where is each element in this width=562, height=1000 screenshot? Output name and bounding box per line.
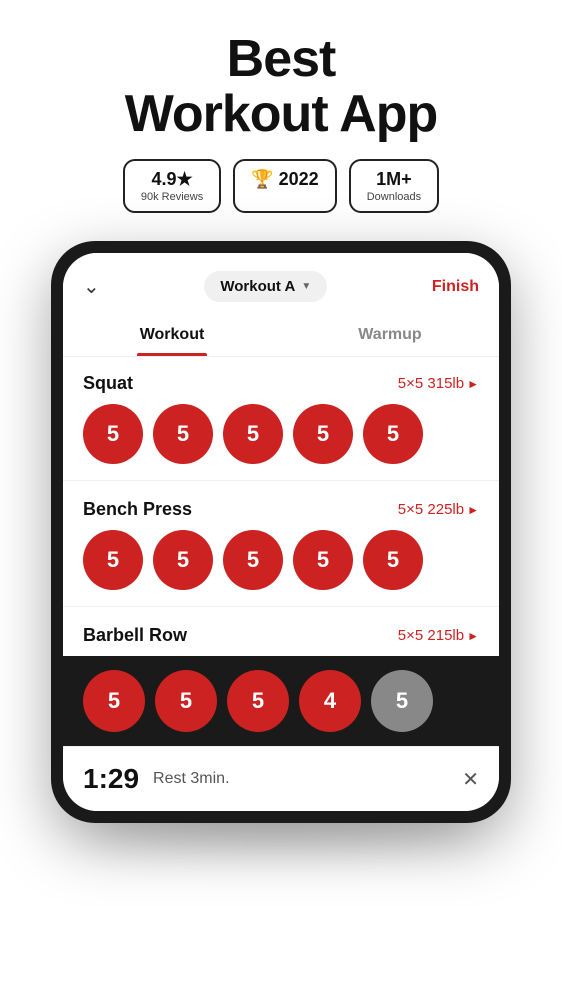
bottom-rep-circle[interactable]: 5 bbox=[227, 670, 289, 732]
finish-button[interactable]: Finish bbox=[432, 278, 479, 296]
bottom-rep-circle[interactable]: 5 bbox=[155, 670, 217, 732]
exercise-barbell-detail[interactable]: 5×5 215lb ► bbox=[398, 627, 479, 644]
header-section: Best Workout App 4.9★ 90k Reviews 🏆 2022… bbox=[103, 0, 459, 233]
exercise-bench: Bench Press 5×5 225lb ► 5 5 5 5 5 bbox=[63, 483, 499, 606]
bottom-reps-bar: 5 5 5 4 5 bbox=[63, 656, 499, 746]
workout-selector-label: Workout A bbox=[220, 278, 295, 295]
rest-timer: 1:29 Rest 3min. ✕ bbox=[63, 746, 499, 811]
tab-workout[interactable]: Workout bbox=[63, 314, 281, 356]
exercise-bench-reps: 5 5 5 5 5 bbox=[83, 530, 479, 606]
badge-rating-sub: 90k Reviews bbox=[141, 191, 203, 203]
exercise-squat-header: Squat 5×5 315lb ► bbox=[83, 357, 479, 404]
headline-line2: Workout App bbox=[125, 85, 438, 143]
badge-rating: 4.9★ 90k Reviews bbox=[123, 159, 221, 213]
exercise-squat-arrow-icon: ► bbox=[467, 377, 479, 391]
exercise-barbell: Barbell Row 5×5 215lb ► bbox=[63, 609, 499, 656]
rep-circle[interactable]: 5 bbox=[153, 530, 213, 590]
timer-time: 1:29 bbox=[83, 763, 139, 795]
rep-circle[interactable]: 5 bbox=[223, 404, 283, 464]
tabs-bar: Workout Warmup bbox=[63, 314, 499, 357]
tab-workout-label: Workout bbox=[140, 326, 205, 343]
tab-warmup-label: Warmup bbox=[358, 326, 421, 343]
rep-circle[interactable]: 5 bbox=[83, 530, 143, 590]
exercise-barbell-detail-text: 5×5 215lb bbox=[398, 627, 464, 644]
timer-left: 1:29 Rest 3min. bbox=[83, 763, 230, 795]
rep-circle[interactable]: 5 bbox=[293, 530, 353, 590]
back-chevron-icon[interactable]: ⌄ bbox=[83, 274, 100, 299]
badges-row: 4.9★ 90k Reviews 🏆 2022 1M+ Downloads bbox=[123, 159, 439, 213]
exercise-squat-reps: 5 5 5 5 5 bbox=[83, 404, 479, 480]
rep-circle[interactable]: 5 bbox=[153, 404, 213, 464]
rep-circle[interactable]: 5 bbox=[83, 404, 143, 464]
app-topbar: ⌄ Workout A ▼ Finish bbox=[63, 253, 499, 314]
exercise-bench-name: Bench Press bbox=[83, 499, 192, 520]
rep-circle[interactable]: 5 bbox=[223, 530, 283, 590]
timer-close-button[interactable]: ✕ bbox=[462, 767, 479, 792]
bottom-rep-circle[interactable]: 4 bbox=[299, 670, 361, 732]
workout-selector[interactable]: Workout A ▼ bbox=[204, 271, 327, 302]
phone-wrapper: ⌄ Workout A ▼ Finish Workout Warmup bbox=[51, 241, 511, 823]
phone-screen: ⌄ Workout A ▼ Finish Workout Warmup bbox=[63, 253, 499, 811]
badge-award-main: 🏆 2022 bbox=[251, 169, 318, 190]
badge-downloads: 1M+ Downloads bbox=[349, 159, 439, 213]
bottom-rep-circle[interactable]: 5 bbox=[83, 670, 145, 732]
headline-line1: Best bbox=[227, 30, 336, 88]
exercise-squat-detail[interactable]: 5×5 315lb ► bbox=[398, 375, 479, 392]
exercise-bench-detail[interactable]: 5×5 225lb ► bbox=[398, 501, 479, 518]
divider bbox=[63, 480, 499, 481]
app-headline: Best Workout App bbox=[123, 32, 439, 141]
badge-downloads-main: 1M+ bbox=[376, 169, 412, 190]
badge-award: 🏆 2022 bbox=[233, 159, 336, 213]
rep-circle[interactable]: 5 bbox=[293, 404, 353, 464]
exercise-bench-detail-text: 5×5 225lb bbox=[398, 501, 464, 518]
exercise-squat-detail-text: 5×5 315lb bbox=[398, 375, 464, 392]
tab-warmup[interactable]: Warmup bbox=[281, 314, 499, 356]
exercise-barbell-name: Barbell Row bbox=[83, 625, 187, 646]
exercise-squat-name: Squat bbox=[83, 373, 133, 394]
exercise-bench-arrow-icon: ► bbox=[467, 503, 479, 517]
exercise-bench-header: Bench Press 5×5 225lb ► bbox=[83, 483, 479, 530]
exercise-barbell-arrow-icon: ► bbox=[467, 629, 479, 643]
exercise-barbell-header: Barbell Row 5×5 215lb ► bbox=[83, 609, 479, 656]
selector-arrow-icon: ▼ bbox=[301, 281, 311, 292]
bottom-rep-circle-inactive[interactable]: 5 bbox=[371, 670, 433, 732]
badge-downloads-sub: Downloads bbox=[367, 191, 421, 203]
rep-circle[interactable]: 5 bbox=[363, 530, 423, 590]
phone-frame: ⌄ Workout A ▼ Finish Workout Warmup bbox=[51, 241, 511, 823]
exercise-squat: Squat 5×5 315lb ► 5 5 5 5 5 bbox=[63, 357, 499, 480]
divider bbox=[63, 606, 499, 607]
badge-rating-main: 4.9★ bbox=[151, 169, 192, 190]
timer-label: Rest 3min. bbox=[153, 770, 229, 788]
rep-circle[interactable]: 5 bbox=[363, 404, 423, 464]
